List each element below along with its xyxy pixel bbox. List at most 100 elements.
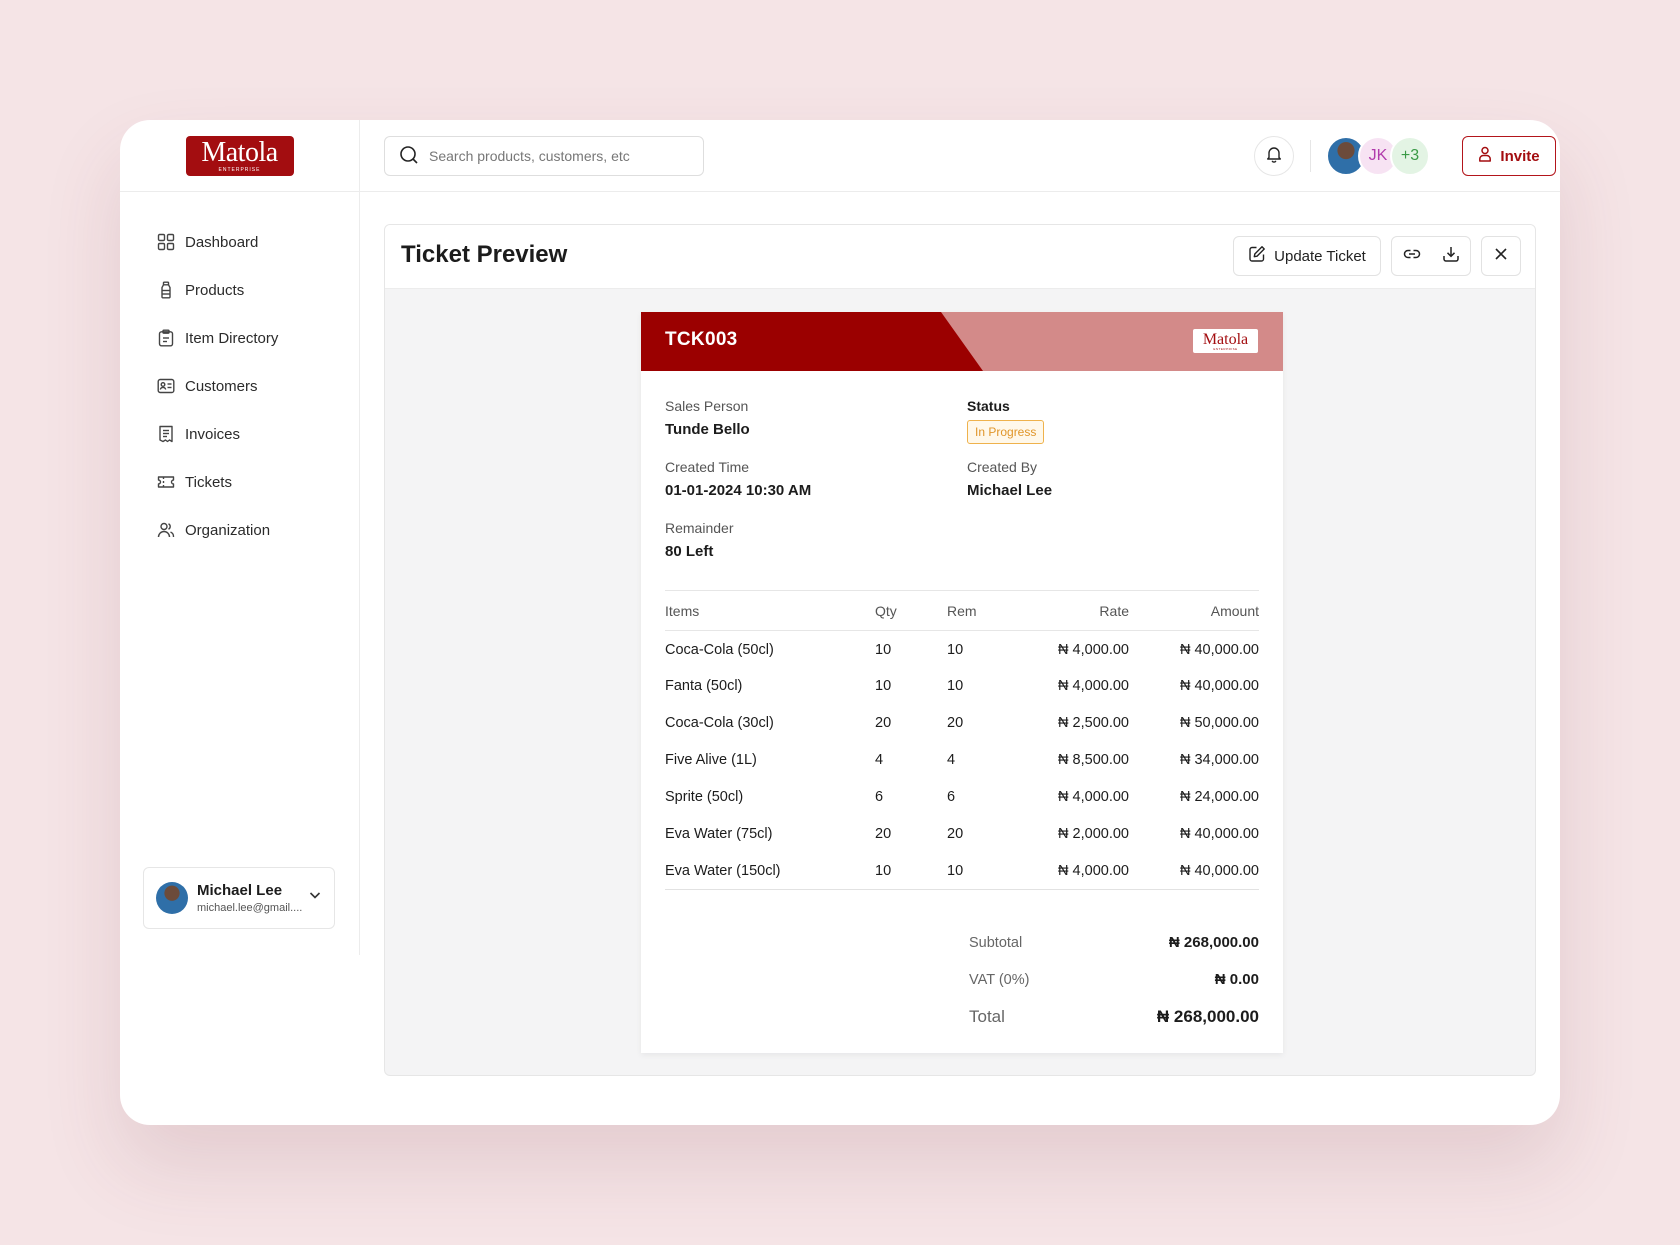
item-rem: 10 [947, 678, 964, 694]
column-header: Rem [947, 590, 1019, 631]
sidebar-item-label: Item Directory [185, 329, 279, 347]
sidebar: Matola ENTERPRISE Dashboard Products Ite… [120, 120, 360, 955]
invite-button[interactable]: Invite [1462, 136, 1556, 176]
sidebar-item-organization[interactable]: Organization [120, 506, 359, 554]
search-placeholder: Search products, customers, etc [429, 148, 630, 164]
close-button[interactable] [1481, 236, 1521, 276]
top-bar: Search products, customers, etc JK +3 In… [360, 120, 1560, 192]
item-rem: 20 [947, 826, 964, 842]
item-rem: 10 [947, 642, 964, 659]
vat-row: VAT (0%) ₦ 0.00 [969, 961, 1259, 998]
brand-logo[interactable]: Matola ENTERPRISE [185, 135, 294, 176]
item-amount: ₦ 34,000.00 [1179, 752, 1259, 768]
sidebar-item-label: Tickets [185, 473, 232, 491]
update-ticket-button[interactable]: Update Ticket [1233, 236, 1381, 276]
user-menu[interactable]: Michael Lee michael.lee@gmail.... [143, 867, 335, 929]
column-header: Amount [1129, 590, 1259, 631]
items-table: Items Qty Rem Rate Amount Coca-Cola (50c… [665, 590, 1259, 890]
sales-person-field: Sales Person Tunde Bello [665, 398, 750, 438]
item-rate: ₦ 4,000.00 [1058, 678, 1129, 694]
field-label: Sales Person [665, 398, 749, 414]
item-rem: 4 [947, 752, 956, 768]
created-time-field: Created Time 01-01-2024 10:30 AM [665, 459, 811, 499]
search-icon [399, 145, 419, 168]
item-qty: 20 [875, 826, 892, 842]
table-row: Eva Water (150cl) 10 10 ₦ 4,000.00 ₦ 40,… [665, 852, 1259, 890]
logo-subtext: ENTERPRISE [218, 166, 261, 173]
table-header-row: Items Qty Rem Rate Amount [665, 590, 1259, 631]
table-row: Sprite (50cl) 6 6 ₦ 4,000.00 ₦ 24,000.00 [665, 779, 1259, 816]
table-row: Eva Water (75cl) 20 20 ₦ 2,000.00 ₦ 40,0… [665, 816, 1259, 853]
created-by-field: Created By Michael Lee [967, 459, 1052, 499]
vat-label: VAT (0%) [969, 971, 1030, 988]
link-icon [1403, 245, 1421, 268]
item-rem: 20 [947, 715, 964, 731]
sidebar-item-label: Customers [185, 377, 258, 395]
subtotal-value: ₦ 268,000.00 [1168, 934, 1259, 951]
sidebar-item-dashboard[interactable]: Dashboard [120, 218, 359, 266]
sidebar-item-invoices[interactable]: Invoices [120, 410, 359, 458]
sidebar-item-tickets[interactable]: Tickets [120, 458, 359, 506]
item-qty: 10 [875, 852, 947, 890]
sidebar-item-products[interactable]: Products [120, 266, 359, 314]
item-amount: ₦ 40,000.00 [1179, 642, 1259, 659]
item-name: Fanta (50cl) [665, 678, 743, 694]
panel-header: Ticket Preview Update Ticket [385, 225, 1535, 289]
dashboard-icon [156, 233, 175, 252]
status-field: Status In Progress [967, 398, 1045, 444]
notifications-button[interactable] [1254, 136, 1294, 176]
copy-link-button[interactable] [1392, 237, 1431, 275]
page-title: Ticket Preview [401, 241, 568, 268]
vat-value: ₦ 0.00 [1214, 971, 1259, 988]
invite-label: Invite [1500, 147, 1540, 165]
sidebar-item-item-directory[interactable]: Item Directory [120, 314, 359, 362]
totals-summary: Subtotal ₦ 268,000.00 VAT (0%) ₦ 0.00 To… [969, 924, 1259, 1035]
item-rate: ₦ 8,500.00 [1058, 752, 1129, 768]
table-row: Five Alive (1L) 4 4 ₦ 8,500.00 ₦ 34,000.… [665, 742, 1259, 779]
search-input[interactable]: Search products, customers, etc [384, 136, 704, 176]
table-row: Coca-Cola (50cl) 10 10 ₦ 4,000.00 ₦ 40,0… [665, 631, 1259, 668]
column-header: Qty [875, 590, 947, 631]
team-avatars[interactable]: JK +3 [1326, 136, 1436, 176]
item-amount: ₦ 40,000.00 [1179, 678, 1259, 694]
sidebar-item-customers[interactable]: Customers [120, 362, 359, 410]
avatar-more-count[interactable]: +3 [1390, 136, 1430, 176]
field-label: Created Time [665, 459, 750, 475]
users-icon [156, 521, 175, 540]
ticket-icon [156, 473, 175, 492]
status-badge: In Progress [967, 420, 1045, 444]
total-label: Total [969, 1006, 1005, 1026]
item-amount: ₦ 50,000.00 [1179, 715, 1259, 731]
logo-text: Matola [201, 136, 278, 168]
total-value: ₦ 268,000.00 [1156, 1006, 1259, 1026]
item-name: Eva Water (150cl) [665, 852, 875, 890]
table-row: Fanta (50cl) 10 10 ₦ 4,000.00 ₦ 40,000.0… [665, 668, 1259, 705]
item-rate: ₦ 2,000.00 [1058, 826, 1129, 842]
ticket-preview-panel: Ticket Preview Update Ticket TCK003 Mato… [384, 224, 1536, 1076]
field-label: Created By [967, 459, 1038, 475]
remainder-field: Remainder 80 Left [665, 520, 733, 560]
item-qty: 10 [875, 678, 892, 694]
logo-area: Matola ENTERPRISE [120, 120, 359, 192]
item-rate: ₦ 4,000.00 [1058, 789, 1129, 805]
download-icon [1442, 245, 1460, 268]
table-row: Coca-Cola (30cl) 20 20 ₦ 2,500.00 ₦ 50,0… [665, 705, 1259, 742]
field-value: Michael Lee [967, 482, 1053, 499]
item-rem: 6 [947, 789, 956, 805]
item-name: Five Alive (1L) [665, 752, 757, 768]
item-qty: 6 [875, 789, 884, 805]
field-value: 01-01-2024 10:30 AM [665, 482, 812, 499]
item-amount: ₦ 40,000.00 [1179, 826, 1259, 842]
ticket-logo: Matola ENTERPRISE [1193, 329, 1258, 353]
item-rem: 10 [947, 852, 1019, 890]
id-card-icon [156, 377, 175, 396]
download-button[interactable] [1431, 237, 1470, 275]
bell-icon [1265, 145, 1283, 168]
ticket-logo-subtext: ENTERPRISE [1213, 346, 1238, 351]
subtotal-row: Subtotal ₦ 268,000.00 [969, 924, 1259, 961]
item-rate: ₦ 4,000.00 [1058, 642, 1129, 659]
field-label: Remainder [665, 520, 734, 536]
item-qty: 10 [875, 642, 892, 659]
item-name: Eva Water (75cl) [665, 826, 773, 842]
user-icon [1478, 146, 1492, 166]
